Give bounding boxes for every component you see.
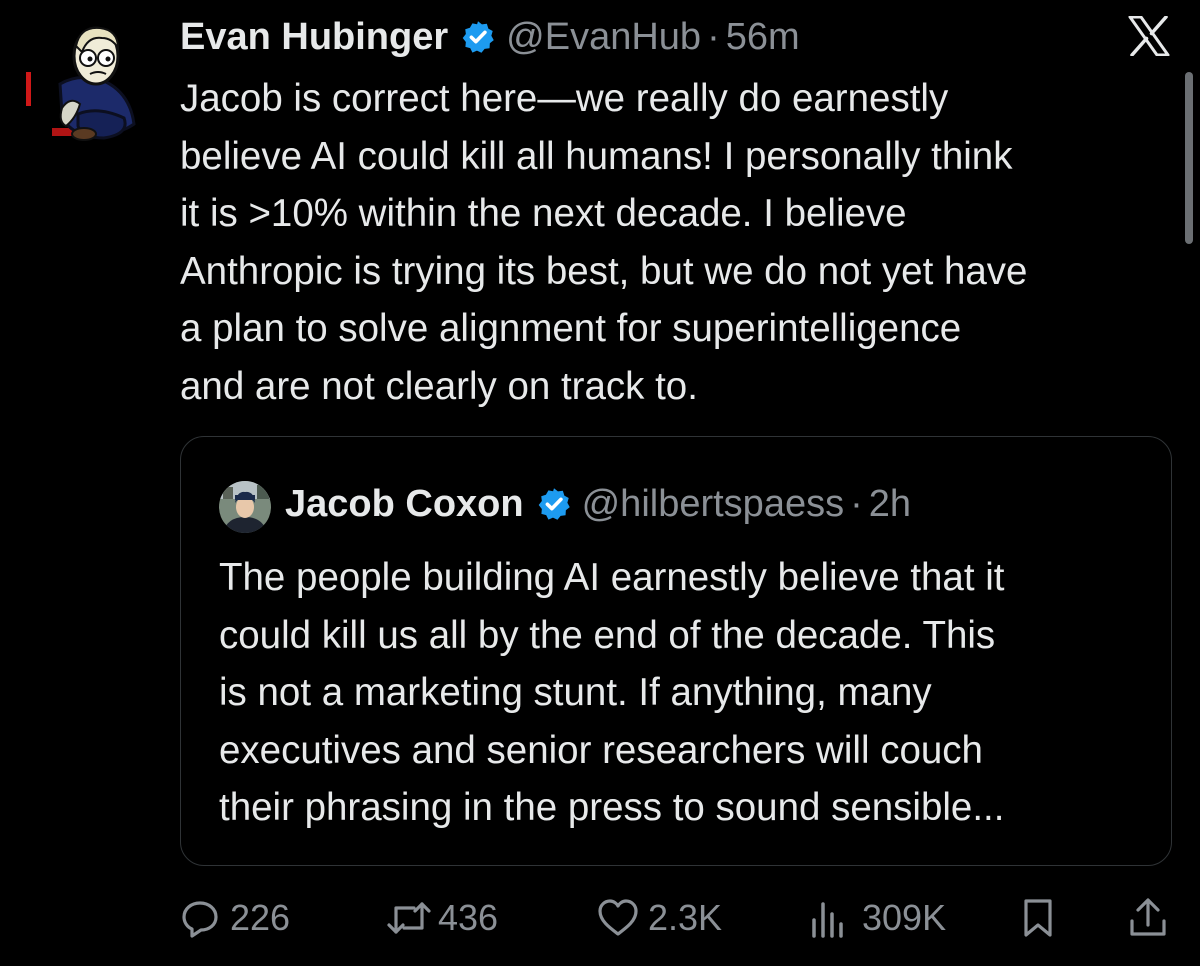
reply-count: 226 [230,897,291,938]
view-count: 309K [862,897,947,938]
tweet-timestamp[interactable]: 56m [726,16,800,59]
bookmark-button[interactable] [1020,890,1056,946]
reply-button[interactable]: 226 [180,890,290,946]
quoted-tweet-text: The people building AI earnestly believe… [219,549,1005,837]
author-name[interactable]: Evan Hubinger [180,16,448,59]
tweet-text: Jacob is correct here—we really do earne… [180,70,1180,415]
quoted-text-line: is not a marketing stunt. If anything, m… [219,671,932,714]
heart-icon [596,898,640,938]
quoted-text-line: The people building AI earnestly believe… [219,556,1005,599]
share-icon [1128,897,1168,939]
quoted-text-line: their phrasing in the press to sound sen… [219,786,1005,829]
verified-badge-icon[interactable] [536,486,572,522]
tweet-text-line: Jacob is correct here—we really do earne… [180,77,949,120]
views-button[interactable]: 309K [808,890,946,946]
repost-count: 436 [438,897,499,938]
tweet-text-line: believe AI could kill all humans! I pers… [180,134,1013,178]
share-button[interactable] [1128,890,1168,946]
repost-icon [386,898,432,938]
verified-badge-icon[interactable] [460,19,496,55]
separator-dot: · [850,482,863,525]
repost-button[interactable]: 436 [386,890,498,946]
quoted-tweet-header: Jacob Coxon @hilbertspaess · 2h [285,479,911,529]
quoted-text-line: executives and senior researchers will c… [219,728,983,772]
separator-dot: · [707,15,720,58]
tweet-action-bar: 226 436 2.3K 309K [180,890,1170,946]
tweet-text-line: it is >10% within the next decade. I bel… [180,192,907,235]
quoted-text-line: could kill us all by the end of the deca… [219,613,996,657]
quoted-author-avatar[interactable] [219,481,271,533]
tweet-text-line: and are not clearly on track to. [180,364,698,408]
like-count: 2.3K [648,897,723,938]
quoted-tweet-timestamp[interactable]: 2h [869,483,911,526]
quoted-author-handle[interactable]: @hilbertspaess [582,483,844,526]
tweet-header: Evan Hubinger @EvanHub · 56m [180,12,800,62]
like-button[interactable]: 2.3K [596,890,722,946]
bookmark-icon [1020,897,1056,939]
scrollbar-thumb[interactable] [1185,72,1193,244]
tweet-text-line: Anthropic is trying its best, but we do … [180,249,1028,293]
author-avatar[interactable] [22,22,140,146]
reply-icon [180,898,220,938]
quoted-tweet-card[interactable]: Jacob Coxon @hilbertspaess · 2h The peop… [180,436,1172,866]
author-handle[interactable]: @EvanHub [506,16,701,59]
quoted-author-name[interactable]: Jacob Coxon [285,483,524,526]
analytics-bar-icon [808,898,848,938]
tweet-text-line: a plan to solve alignment for superintel… [180,307,962,350]
x-logo-icon[interactable] [1128,15,1170,57]
